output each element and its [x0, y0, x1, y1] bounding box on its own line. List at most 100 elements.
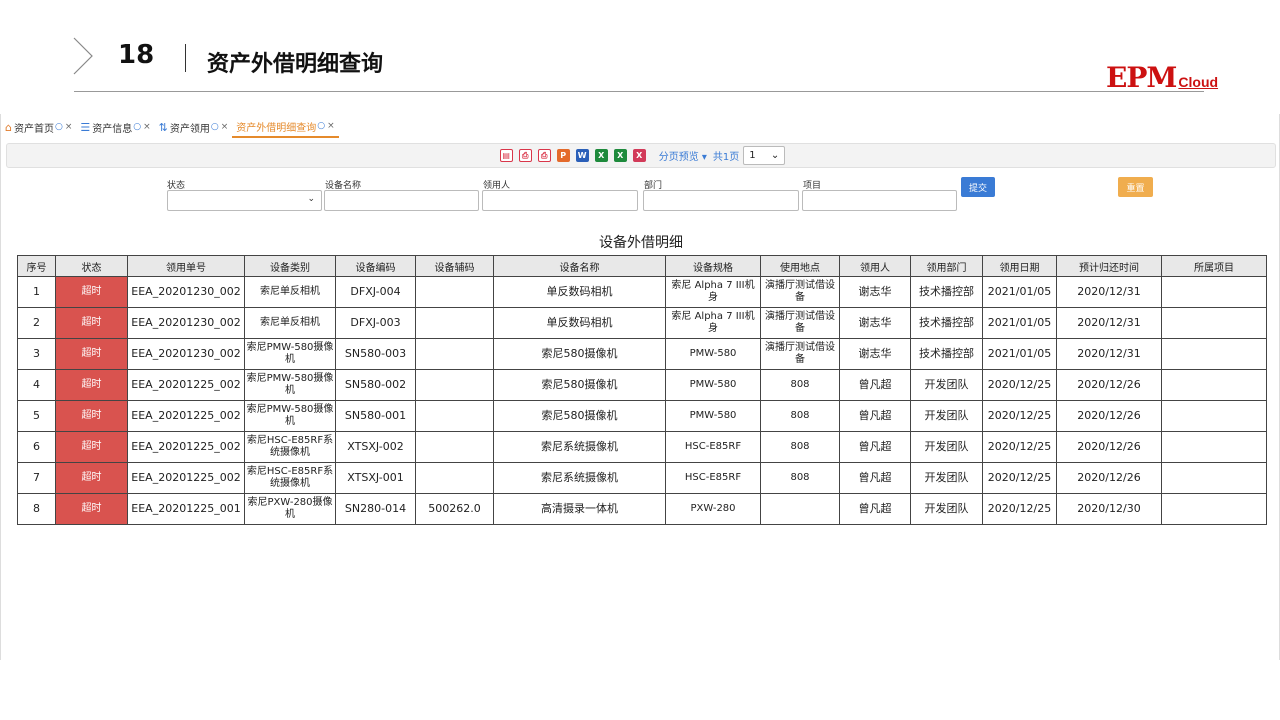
- export-excel-page-icon[interactable]: X: [613, 149, 627, 162]
- page-select[interactable]: 1 ⌄: [743, 146, 786, 165]
- close-icon[interactable]: ×: [327, 121, 335, 131]
- column-header: 设备类别: [244, 255, 336, 277]
- print-preview-icon[interactable]: ▤: [499, 149, 513, 162]
- table-cell: 开发团队: [910, 369, 983, 401]
- close-icon[interactable]: ×: [143, 122, 151, 132]
- refresh-icon[interactable]: ○: [211, 122, 219, 132]
- table-cell: 2020/12/25: [982, 369, 1057, 401]
- table-cell: DFXJ-004: [335, 276, 416, 308]
- page-count: 共1页: [712, 152, 740, 163]
- submit-button[interactable]: 提交: [961, 177, 995, 197]
- export-excel-icon[interactable]: X: [594, 149, 608, 162]
- refresh-icon[interactable]: ○: [317, 121, 325, 131]
- tab-asset-checkout[interactable]: ⇅ 资产领用 ○ ×: [155, 116, 233, 138]
- table-cell: 开发团队: [910, 493, 983, 525]
- close-icon[interactable]: ×: [65, 122, 73, 132]
- table-row[interactable]: 2 超时 EEA_20201230_002 索尼单反相机 DFXJ-003 单反数码相机索…: [17, 307, 1267, 339]
- table-row[interactable]: 5 超时 EEA_20201225_002 索尼PMW-580摄像机 SN580-001…: [17, 400, 1267, 432]
- table-cell: SN280-014: [335, 493, 416, 525]
- table-row[interactable]: 4 超时 EEA_20201225_002 索尼PMW-580摄像机 SN580-002…: [17, 369, 1267, 401]
- table-row[interactable]: 8 超时 EEA_20201225_001 索尼PXW-280摄像机 SN280-014…: [17, 493, 1267, 525]
- refresh-icon[interactable]: ○: [55, 122, 63, 132]
- table-cell: [1161, 400, 1267, 432]
- table-cell: 演播厅测试借设备: [760, 307, 840, 339]
- table-cell: 开发团队: [910, 400, 983, 432]
- status-badge: 超时: [55, 462, 128, 494]
- table-cell: [415, 276, 494, 308]
- table-cell: EEA_20201230_002: [127, 276, 245, 308]
- tab-asset-info[interactable]: ☰ 资产信息 ○ ×: [76, 116, 154, 138]
- table-cell: XTSXJ-002: [335, 431, 416, 463]
- department-input[interactable]: [643, 190, 799, 211]
- table-cell: 索尼HSC-E85RF系统摄像机: [244, 462, 336, 494]
- table-cell: 2020/12/31: [1056, 276, 1162, 308]
- receiver-input[interactable]: [482, 190, 638, 211]
- table-cell: 索尼单反相机: [244, 307, 336, 339]
- epm-cloud-logo: EPM Cloud: [1106, 58, 1218, 92]
- close-icon[interactable]: ×: [221, 122, 229, 132]
- table-cell: DFXJ-003: [335, 307, 416, 339]
- table-cell: EEA_20201230_002: [127, 307, 245, 339]
- table-cell: 808: [760, 400, 840, 432]
- table-cell: [415, 431, 494, 463]
- tab-asset-loan-query[interactable]: 资产外借明细查询 ○ ×: [232, 116, 339, 138]
- status-select[interactable]: ⌄: [167, 190, 322, 211]
- page-select-value: 1: [749, 150, 756, 161]
- column-header: 状态: [55, 255, 128, 277]
- tab-bar: ⌂ 资产首页 ○ × ☰ 资产信息 ○ × ⇅ 资产领用 ○ × 资产外借明细查…: [1, 116, 339, 138]
- export-excel-sheet-icon[interactable]: X: [632, 149, 646, 162]
- tab-label: 资产外借明细查询: [236, 122, 317, 134]
- device-name-input[interactable]: [324, 190, 479, 211]
- table-cell: 曾凡超: [839, 493, 911, 525]
- table-row[interactable]: 3 超时 EEA_20201230_002 索尼PMW-580摄像机 SN580-003…: [17, 338, 1267, 370]
- column-header: 所属项目: [1161, 255, 1267, 277]
- print-setup-icon[interactable]: ⎙: [537, 149, 551, 162]
- table-row[interactable]: 1 超时 EEA_20201230_002 索尼单反相机 DFXJ-004 单反数码相机索…: [17, 276, 1267, 308]
- table-cell: 开发团队: [910, 462, 983, 494]
- loan-details-table: 序号 状态 领用单号 设备类别 设备编码 设备辅码 设备名称 设备规格 使用地点 领用人 领用部门领…: [17, 255, 1267, 525]
- tab-label: 资产信息: [92, 123, 133, 135]
- table-cell: 8: [17, 493, 56, 525]
- header-rule: [74, 91, 1204, 92]
- export-word-icon[interactable]: W: [575, 149, 589, 162]
- report-toolbar: ▤ ⎙ ⎙ P W X X X 分页预览 ▾ 共1页 1 ⌄: [6, 143, 1276, 168]
- table-cell: SN580-002: [335, 369, 416, 401]
- project-input[interactable]: [802, 190, 957, 211]
- table-cell: 7: [17, 462, 56, 494]
- report-title: 设备外借明细: [599, 235, 683, 251]
- status-badge: 超时: [55, 493, 128, 525]
- column-header: 预计归还时间: [1056, 255, 1162, 277]
- table-cell: 索尼PXW-280摄像机: [244, 493, 336, 525]
- table-row[interactable]: 6 超时 EEA_20201225_002 索尼HSC-E85RF系统摄像机 XTSXJ…: [17, 431, 1267, 463]
- table-cell: 3: [17, 338, 56, 370]
- slide-title: 资产外借明细查询: [207, 52, 384, 77]
- table-cell: 500262.0: [415, 493, 494, 525]
- print-icon[interactable]: ⎙: [518, 149, 532, 162]
- table-cell: PMW-580: [665, 400, 761, 432]
- table-cell: PXW-280: [665, 493, 761, 525]
- column-header: 设备规格: [665, 255, 761, 277]
- table-cell: [1161, 307, 1267, 339]
- tab-asset-home[interactable]: ⌂ 资产首页 ○ ×: [1, 116, 76, 138]
- table-row[interactable]: 7 超时 EEA_20201225_002 索尼HSC-E85RF系统摄像机 XTSXJ…: [17, 462, 1267, 494]
- table-cell: [1161, 369, 1267, 401]
- table-cell: [415, 462, 494, 494]
- refresh-icon[interactable]: ○: [133, 122, 141, 132]
- table-cell: 2020/12/25: [982, 493, 1057, 525]
- table-cell: [415, 307, 494, 339]
- table-cell: 索尼580摄像机: [493, 369, 666, 401]
- logo-main: EPM: [1106, 61, 1177, 94]
- page-preview-dropdown[interactable]: 分页预览 ▾: [659, 148, 707, 163]
- table-cell: [415, 338, 494, 370]
- table-cell: 技术播控部: [910, 338, 983, 370]
- table-cell: 索尼单反相机: [244, 276, 336, 308]
- column-header: 设备编码: [335, 255, 416, 277]
- table-cell: SN580-001: [335, 400, 416, 432]
- column-header: 领用日期: [982, 255, 1057, 277]
- export-pdf-icon[interactable]: P: [556, 149, 570, 162]
- reset-button[interactable]: 重置: [1118, 177, 1153, 197]
- column-header: 序号: [17, 255, 56, 277]
- table-cell: 4: [17, 369, 56, 401]
- table-cell: 单反数码相机: [493, 276, 666, 308]
- table-cell: PMW-580: [665, 338, 761, 370]
